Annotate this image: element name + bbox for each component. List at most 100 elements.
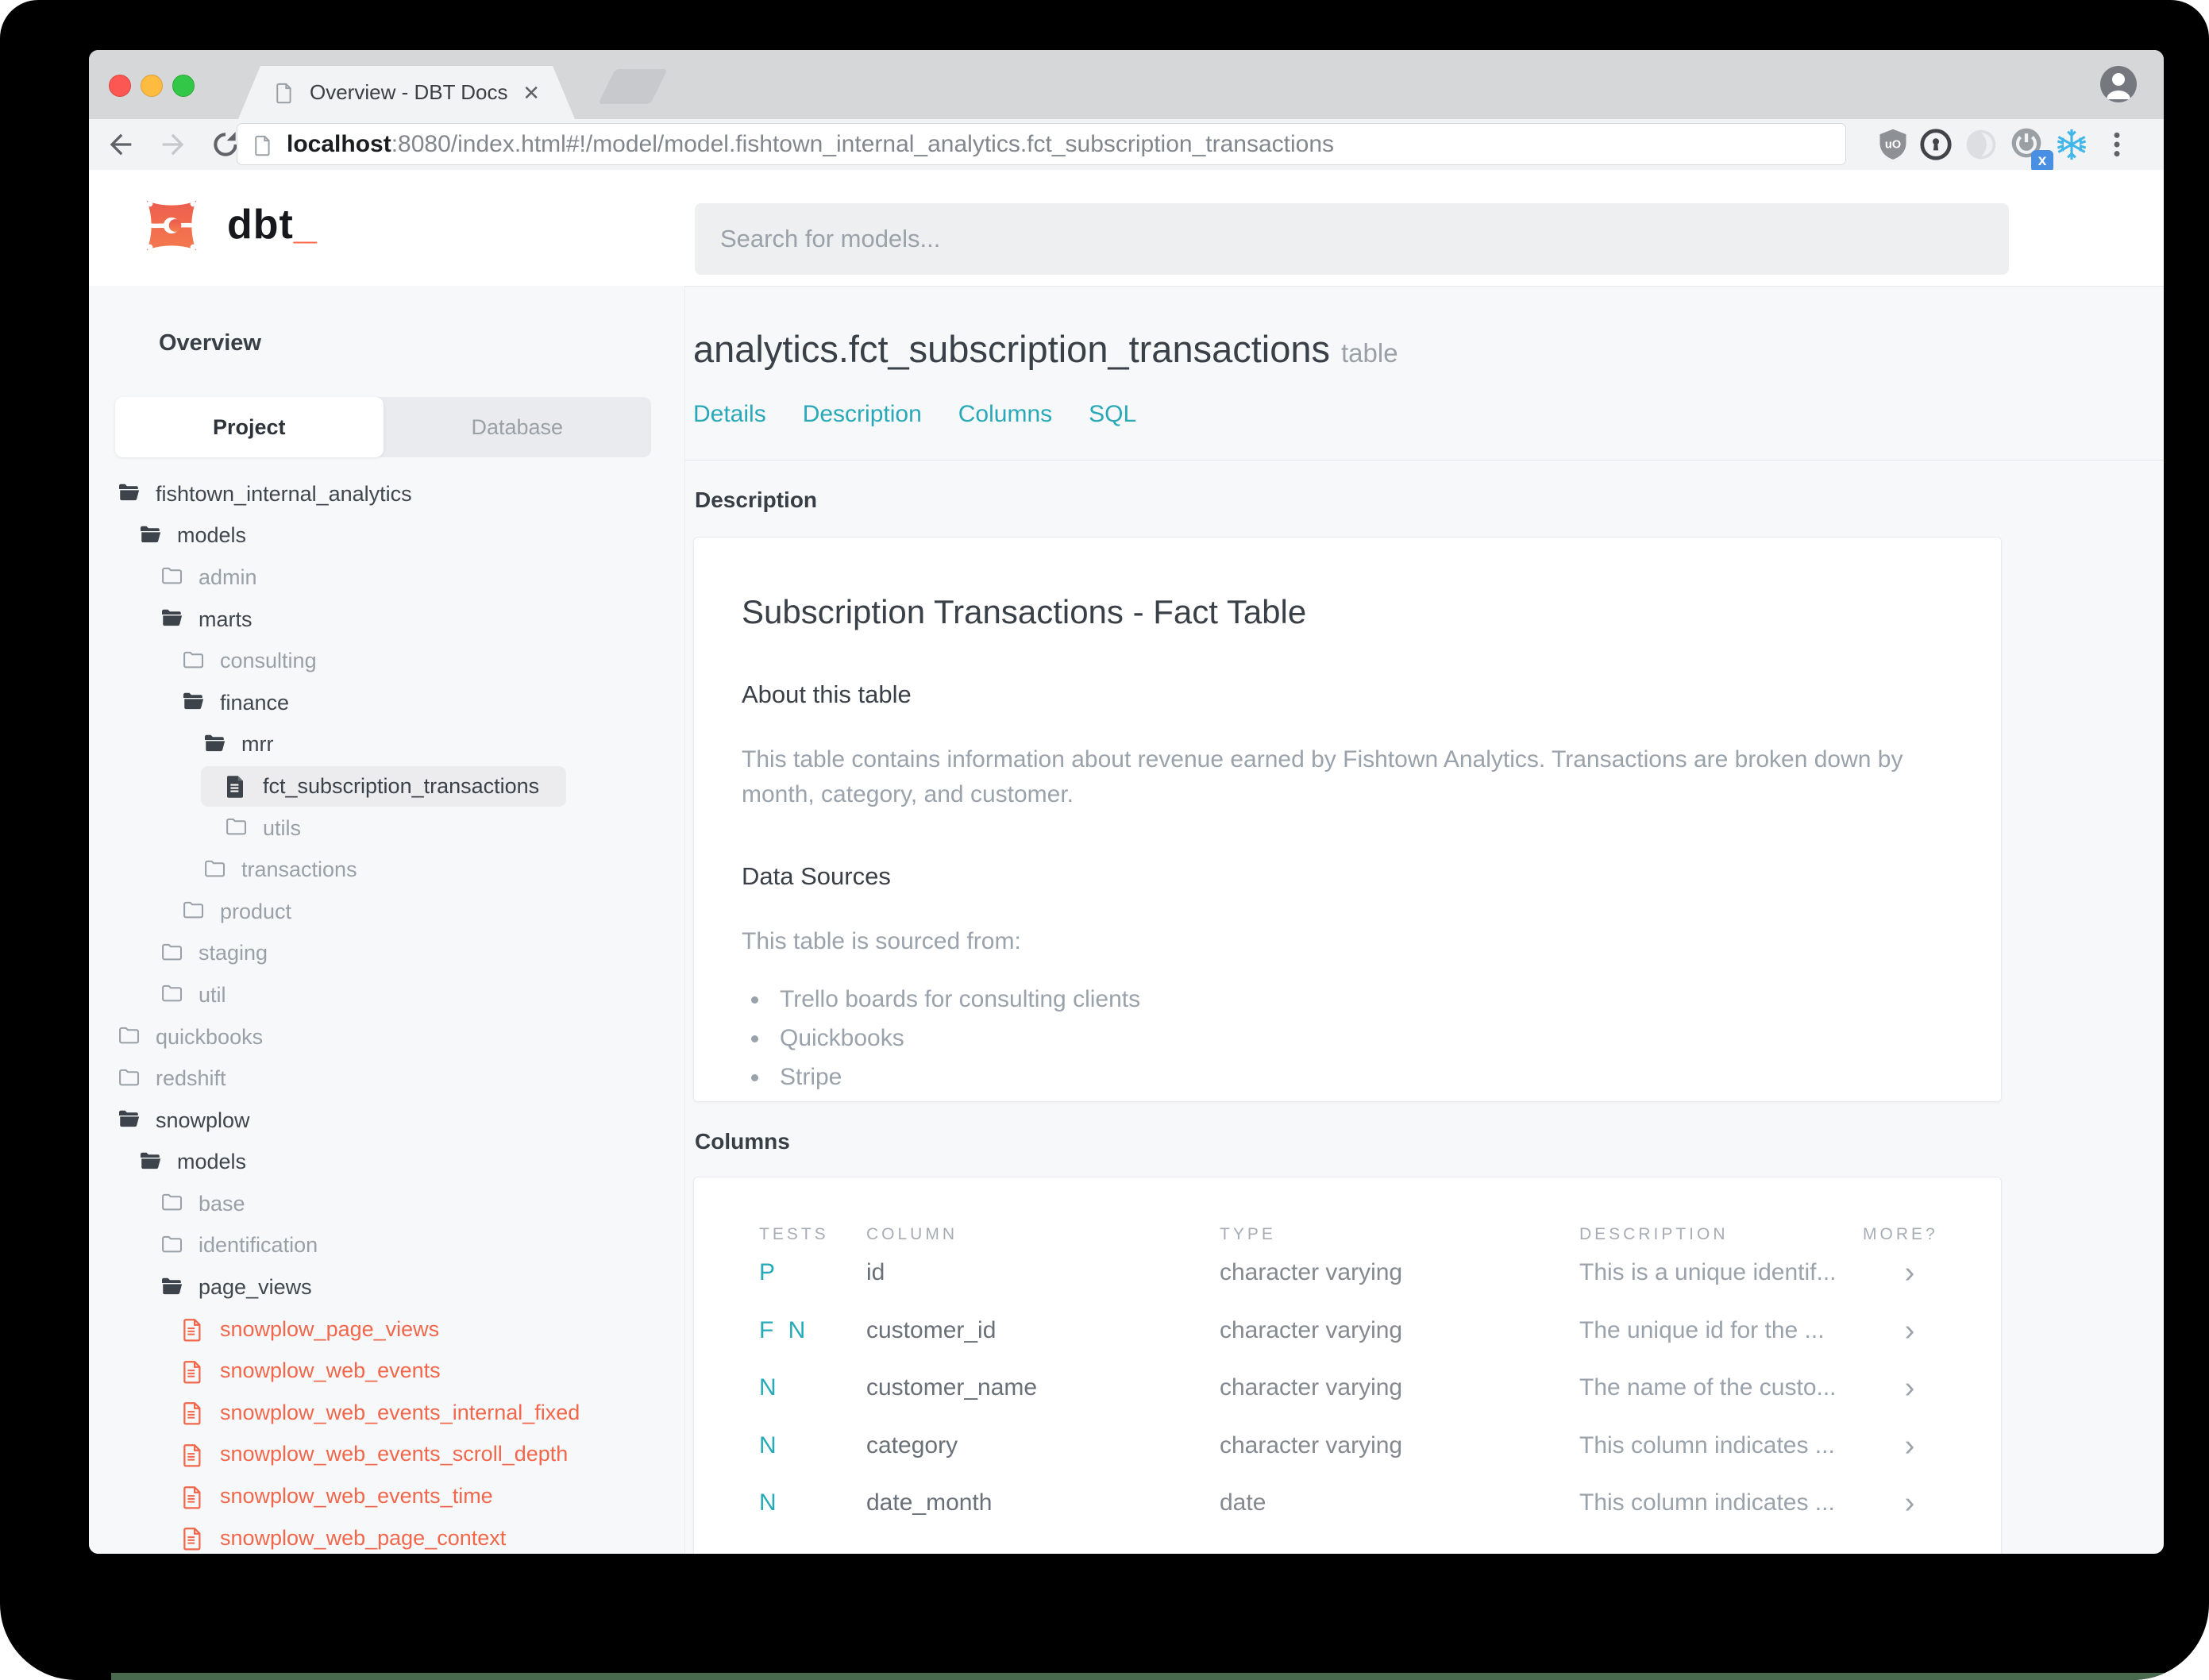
tree-item-snowplow_web_events_time[interactable]: snowplow_web_events_time xyxy=(89,1475,684,1517)
cell-column: id xyxy=(866,1259,885,1286)
tree-item-consulting[interactable]: consulting xyxy=(89,640,684,682)
columns-table-header: TESTS COLUMN TYPE DESCRIPTION MORE? xyxy=(759,1225,1956,1244)
forward-button[interactable] xyxy=(156,127,191,162)
folder-open-icon xyxy=(160,1277,183,1299)
tree-item-quickbooks[interactable]: quickbooks xyxy=(89,1016,684,1058)
tree-item-label: models xyxy=(177,1150,247,1174)
tab-project[interactable]: Project xyxy=(115,397,384,457)
tree-item-label: page_views xyxy=(199,1275,312,1300)
column-row-id[interactable]: Pid character varying This is a unique ide… xyxy=(759,1244,1956,1302)
url-path: :8080/index.html#!/model/model.fishtown_… xyxy=(391,130,1335,157)
tree-item-fishtown_internal_analytics[interactable]: fishtown_internal_analytics xyxy=(89,473,684,515)
snowflake-icon[interactable] xyxy=(2053,125,2091,164)
cell-tests: N xyxy=(759,1489,781,1516)
tree-item-staging[interactable]: staging xyxy=(89,933,684,975)
expand-row-chevron-icon[interactable]: › xyxy=(1863,1373,1956,1403)
folder-closed-icon xyxy=(160,984,183,1006)
tree-item-snowplow_page_views[interactable]: snowplow_page_views xyxy=(89,1308,684,1351)
tree-item-redshift[interactable]: redshift xyxy=(89,1058,684,1100)
column-row-date_month[interactable]: Ndate_month date This column indicates ...… xyxy=(759,1474,1956,1532)
url-bar[interactable]: localhost:8080/index.html#!/model/model.… xyxy=(237,123,1846,165)
tree-item-models[interactable]: models xyxy=(89,1142,684,1184)
tree-item-transactions[interactable]: transactions xyxy=(89,849,684,891)
cell-tests: P xyxy=(759,1259,780,1286)
tree-item-marts[interactable]: marts xyxy=(89,599,684,641)
minimize-window-button[interactable] xyxy=(141,75,163,97)
tree-item-label: snowplow xyxy=(156,1108,250,1132)
tree-item-label: snowplow_page_views xyxy=(220,1316,440,1341)
browser-profile-avatar[interactable] xyxy=(2100,66,2137,102)
power-badge: x xyxy=(2031,149,2053,172)
tree-item-label: snowplow_web_events_scroll_depth xyxy=(220,1442,569,1466)
zoom-window-button[interactable] xyxy=(172,75,195,97)
source-item: Stripe xyxy=(770,1064,1953,1091)
tree-item-snowplow_web_events[interactable]: snowplow_web_events xyxy=(89,1350,684,1392)
onepassword-icon[interactable] xyxy=(1917,125,1955,164)
folder-closed-icon xyxy=(118,1068,140,1090)
page-doc-icon xyxy=(273,82,295,104)
expand-row-chevron-icon[interactable]: › xyxy=(1863,1316,1956,1346)
tree-item-models[interactable]: models xyxy=(89,515,684,557)
expand-row-chevron-icon[interactable]: › xyxy=(1863,1488,1956,1518)
tree-item-snowplow_web_events_internal_fixed[interactable]: snowplow_web_events_internal_fixed xyxy=(89,1392,684,1434)
tree-item-utils[interactable]: utils xyxy=(89,807,684,850)
tree-item-snowplow[interactable]: snowplow xyxy=(89,1100,684,1142)
column-row-category[interactable]: Ncategory character varying This column in… xyxy=(759,1417,1956,1475)
column-header-column: COLUMN xyxy=(866,1225,958,1243)
model-file-icon xyxy=(225,775,247,799)
expand-row-chevron-icon[interactable]: › xyxy=(1863,1258,1956,1288)
search-input[interactable] xyxy=(695,203,2009,275)
tree-item-product[interactable]: product xyxy=(89,891,684,933)
model-file-red-icon xyxy=(182,1485,204,1509)
model-nav-description[interactable]: Description xyxy=(803,401,922,428)
close-window-button[interactable] xyxy=(109,75,131,97)
cell-type: character varying xyxy=(1220,1431,1403,1458)
new-tab-button[interactable] xyxy=(598,69,668,104)
cell-column: customer_name xyxy=(866,1374,1038,1401)
sources-heading: Data Sources xyxy=(742,861,891,890)
tree-item-label: product xyxy=(220,899,292,923)
browser-menu-icon[interactable] xyxy=(2098,125,2136,164)
resource-type-badge: table xyxy=(1341,338,1398,368)
column-header-description: DESCRIPTION xyxy=(1579,1225,1729,1243)
pocket-icon[interactable] xyxy=(1962,125,2000,164)
dbt-logo[interactable]: dbt_ xyxy=(133,189,318,262)
tab-database[interactable]: Database xyxy=(384,397,652,457)
tree-item-util[interactable]: util xyxy=(89,974,684,1016)
content-area: Overview Project Database fishtown_inter… xyxy=(89,286,2164,1554)
back-button[interactable] xyxy=(103,127,138,162)
expand-row-chevron-icon[interactable]: › xyxy=(1863,1431,1956,1461)
tree-item-identification[interactable]: identification xyxy=(89,1225,684,1267)
column-row-customer_name[interactable]: Ncustomer_name character varying The name … xyxy=(759,1359,1956,1417)
folder-open-icon xyxy=(160,608,183,630)
sources-intro: This table is sourced from: xyxy=(742,927,1021,954)
tree-item-label: util xyxy=(199,982,226,1007)
tree-item-mrr[interactable]: mrr xyxy=(89,724,684,766)
tree-item-label: base xyxy=(199,1191,245,1216)
tree-item-page_views[interactable]: page_views xyxy=(89,1266,684,1308)
tree-item-label: snowplow_web_events_internal_fixed xyxy=(220,1400,580,1424)
tree-item-snowplow_web_events_scroll_depth[interactable]: snowplow_web_events_scroll_depth xyxy=(89,1434,684,1476)
folder-closed-icon xyxy=(160,1193,183,1215)
ublock-shield-icon[interactable]: uO xyxy=(1874,125,1912,164)
browser-tab[interactable]: Overview - DBT Docs ✕ xyxy=(238,66,575,119)
model-file-red-icon xyxy=(182,1527,204,1551)
close-tab-icon[interactable]: ✕ xyxy=(522,83,540,103)
model-nav-columns[interactable]: Columns xyxy=(958,401,1052,428)
tree-item-label: redshift xyxy=(156,1066,226,1091)
tree-item-label: mrr xyxy=(241,732,274,757)
tree-item-finance[interactable]: finance xyxy=(89,682,684,724)
url-host: localhost xyxy=(287,130,391,157)
tree-item-base[interactable]: base xyxy=(89,1183,684,1225)
model-nav-details[interactable]: Details xyxy=(693,401,766,428)
model-nav-sql[interactable]: SQL xyxy=(1089,401,1136,428)
tree-item-snowplow_web_page_context[interactable]: snowplow_web_page_context xyxy=(89,1517,684,1554)
folder-open-icon xyxy=(139,1151,161,1173)
column-row-customer_id[interactable]: F N customer_id character varying The uniqu… xyxy=(759,1302,1956,1360)
power-icon[interactable]: x xyxy=(2007,125,2053,172)
tree-item-fct_subscription_transactions[interactable]: fct_subscription_transactions xyxy=(89,765,684,807)
tree-item-admin[interactable]: admin xyxy=(89,557,684,599)
tab-title: Overview - DBT Docs xyxy=(310,80,508,104)
folder-closed-icon xyxy=(203,859,226,881)
tree-item-label: utils xyxy=(263,815,302,840)
